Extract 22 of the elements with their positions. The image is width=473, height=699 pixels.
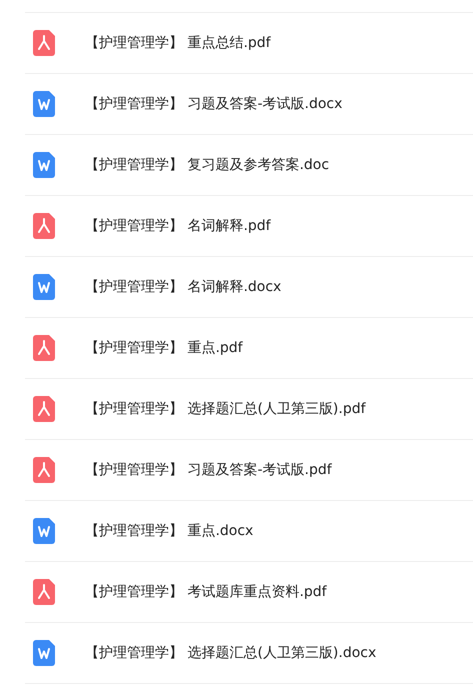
file-name[interactable]: 【护理管理学】 复习题及参考答案.doc [85,156,330,174]
pdf-file-icon [33,30,55,56]
file-name[interactable]: 【护理管理学】 名词解释.docx [85,278,282,296]
file-name[interactable]: 【护理管理学】 重点.docx [85,522,254,540]
file-name[interactable]: 【护理管理学】 名词解释.pdf [85,217,271,235]
pdf-file-icon [33,579,55,605]
pdf-file-icon [33,396,55,422]
file-name[interactable]: 【护理管理学】 选择题汇总(人卫第三版).docx [85,644,376,662]
word-file-icon [33,91,55,117]
file-name[interactable]: 【护理管理学】 重点总结.pdf [85,34,271,52]
file-name[interactable]: 【护理管理学】 习题及答案-考试版.docx [85,95,342,113]
pdf-file-icon [33,213,55,239]
word-file-icon [33,274,55,300]
word-file-icon [33,152,55,178]
word-file-icon [33,518,55,544]
file-name[interactable]: 【护理管理学】 习题及答案-考试版.pdf [85,461,332,479]
file-name[interactable]: 【护理管理学】 重点.pdf [85,339,243,357]
pdf-file-icon [33,335,55,361]
word-file-icon [33,640,55,666]
pdf-file-icon [33,457,55,483]
file-name[interactable]: 【护理管理学】 考试题库重点资料.pdf [85,583,327,601]
file-name[interactable]: 【护理管理学】 选择题汇总(人卫第三版).pdf [85,400,366,418]
